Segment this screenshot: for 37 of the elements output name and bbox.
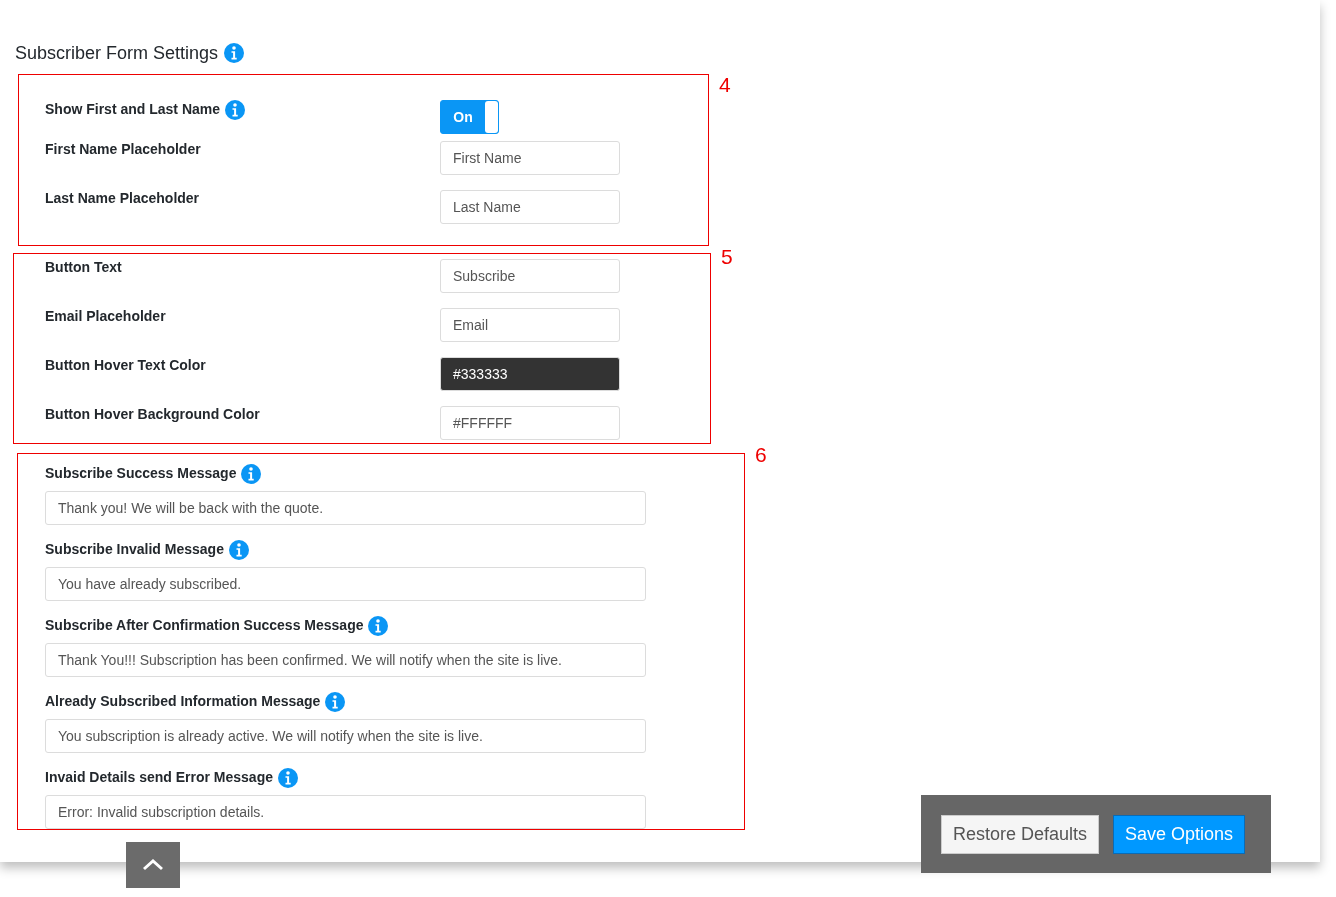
info-icon[interactable] — [224, 43, 245, 63]
annotation-number: 6 — [755, 444, 767, 465]
info-icon[interactable] — [368, 615, 389, 636]
text-field[interactable]: #FFFFFF — [440, 406, 620, 440]
field-label: Last Name Placeholder — [45, 189, 200, 208]
field-label: Button Text — [45, 258, 122, 277]
text-field[interactable]: You subscription is already active. We will notify when the site is live. — [45, 719, 646, 753]
text-field[interactable]: #333333 — [440, 357, 620, 391]
field-label: Email Placeholder — [45, 307, 166, 326]
text-field[interactable]: Subscribe — [440, 259, 620, 293]
field-label: Button Hover Background Color — [45, 405, 260, 424]
field-label: Subscribe After Confirmation Success Message — [45, 616, 364, 635]
section-heading: Subscriber Form Settings — [15, 41, 219, 65]
field-label: Subscribe Invalid Message — [45, 540, 224, 559]
text-field[interactable]: Error: Invalid subscription details. — [45, 795, 646, 829]
info-icon[interactable] — [241, 463, 262, 484]
field-label: Show First and Last Name — [45, 100, 221, 119]
chevron-up-icon — [142, 859, 164, 871]
restore-defaults-button[interactable]: Restore Defaults — [941, 814, 1100, 854]
scroll-top-button[interactable] — [126, 842, 180, 888]
field-label: Subscribe Success Message — [45, 464, 237, 483]
annotation-number: 5 — [721, 246, 733, 267]
text-field[interactable]: First Name — [440, 141, 620, 175]
field-label: Invaid Details send Error Message — [45, 768, 273, 787]
field-label: First Name Placeholder — [45, 140, 201, 159]
text-field[interactable]: Last Name — [440, 190, 620, 224]
annotation-number: 4 — [719, 74, 731, 95]
text-field[interactable]: You have already subscribed. — [45, 567, 646, 601]
text-field[interactable]: Email — [440, 308, 620, 342]
info-icon[interactable] — [228, 539, 249, 560]
field-label: Button Hover Text Color — [45, 356, 206, 375]
text-field[interactable]: Thank You!!! Subscription has been confirmed. We will notify when the site is live. — [45, 643, 646, 677]
text-field[interactable]: Thank you! We will be back with the quote. — [45, 491, 646, 525]
field-label: Already Subscribed Information Message — [45, 692, 321, 711]
info-icon[interactable] — [278, 767, 298, 788]
info-icon[interactable] — [325, 691, 346, 712]
info-icon[interactable] — [225, 99, 246, 120]
